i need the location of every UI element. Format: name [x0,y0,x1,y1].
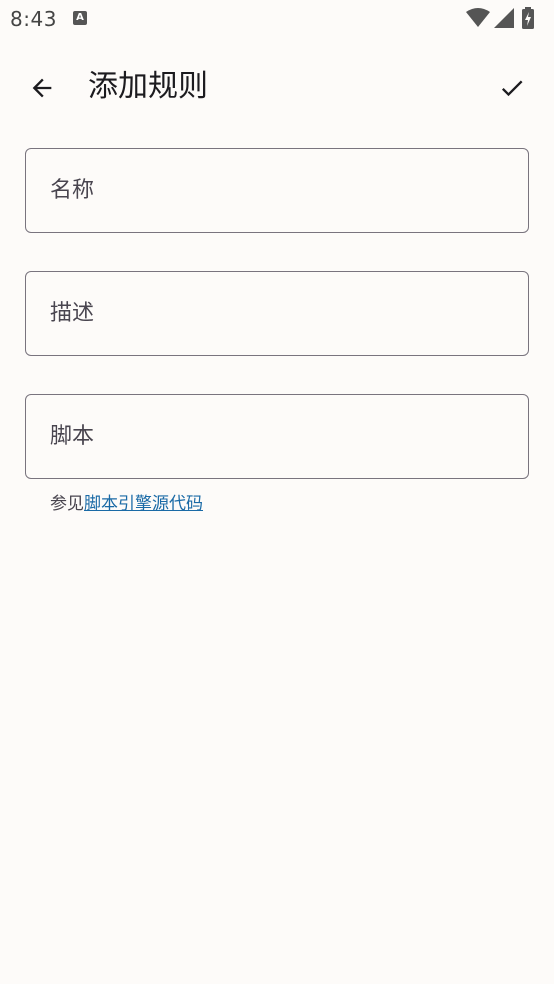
confirm-button[interactable] [488,64,536,112]
script-engine-source-link[interactable]: 脚本引擎源代码 [84,494,203,514]
script-input[interactable] [26,395,528,478]
status-bar: 8:43 A [0,0,554,38]
name-field [25,148,529,233]
battery-charging-icon [522,7,534,29]
check-icon [501,80,523,97]
arrow-back-icon [32,78,52,98]
back-button[interactable] [18,64,66,112]
name-input[interactable] [26,149,528,232]
app-bar: 添加规则 [0,48,554,128]
signal-icon [494,8,514,28]
description-field [25,271,529,356]
wifi-icon [466,8,490,27]
script-field [25,394,529,479]
description-input[interactable] [26,272,528,355]
app-notification-icon: A [73,11,87,25]
status-icons [466,7,546,29]
script-helper-text: 参见脚本引擎源代码 [50,489,203,514]
status-time: 8:43 [10,7,57,31]
helper-prefix: 参见 [50,494,84,514]
page-title: 添加规则 [88,69,208,104]
